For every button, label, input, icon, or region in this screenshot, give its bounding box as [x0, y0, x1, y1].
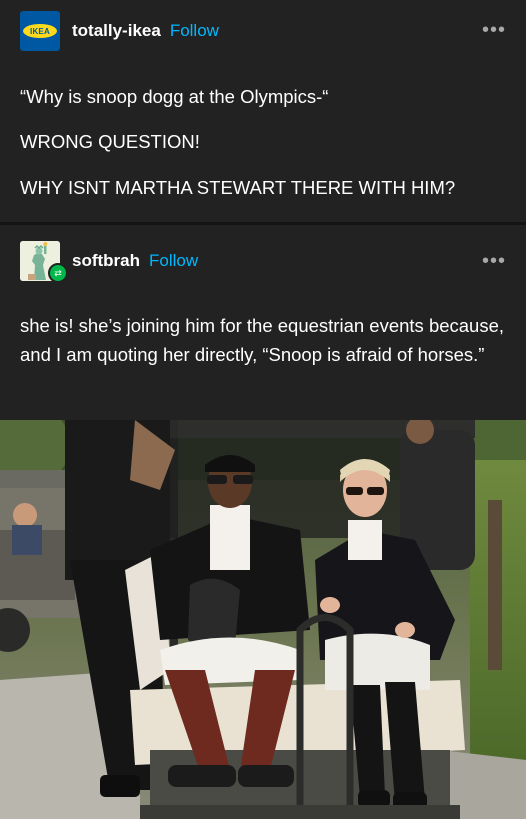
post-header: ⇄ softbrah Follow — [20, 241, 198, 283]
reblog-icon: ⇄ — [48, 263, 68, 283]
avatar[interactable]: IKEA — [20, 11, 60, 51]
ikea-logo-icon: IKEA — [23, 24, 57, 38]
post-text-line-2: WRONG QUESTION! — [20, 131, 200, 152]
username[interactable]: totally-ikea — [72, 21, 161, 41]
username[interactable]: softbrah — [72, 251, 140, 271]
more-options-icon[interactable]: ••• — [482, 19, 506, 42]
post-photo[interactable] — [0, 420, 526, 819]
post-text: she is! she’s joining him for the equest… — [20, 315, 505, 365]
avatar[interactable]: ⇄ — [20, 241, 68, 283]
post-header: IKEA totally-ikea Follow — [20, 11, 219, 51]
photo-image — [0, 420, 526, 819]
more-options-icon[interactable]: ••• — [482, 250, 506, 273]
follow-button[interactable]: Follow — [149, 251, 198, 271]
post-text-line-3: WHY ISNT MARTHA STEWART THERE WITH HIM? — [20, 177, 456, 198]
follow-button[interactable]: Follow — [170, 21, 219, 41]
post-text-line-1: “Why is snoop dogg at the Olympics-“ — [20, 86, 329, 107]
post-totally-ikea: IKEA totally-ikea Follow ••• “Why is sno… — [0, 0, 526, 222]
